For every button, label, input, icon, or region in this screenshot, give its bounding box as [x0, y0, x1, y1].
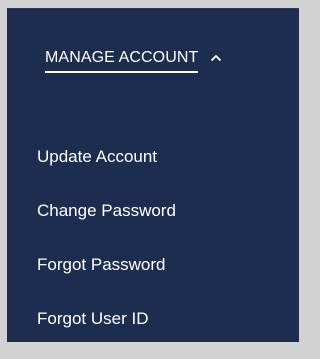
manage-account-label: MANAGE ACCOUNT — [45, 49, 199, 73]
menu-item-change-password[interactable]: Change Password — [37, 197, 176, 224]
account-menu-list: Update Account Change Password Forgot Pa… — [37, 143, 176, 359]
chevron-up-icon — [211, 55, 222, 61]
menu-item-forgot-user-id[interactable]: Forgot User ID — [37, 305, 176, 332]
account-menu-panel: MANAGE ACCOUNT Update Account Change Pas… — [7, 8, 299, 342]
manage-account-toggle[interactable]: MANAGE ACCOUNT — [45, 49, 222, 73]
menu-item-update-account[interactable]: Update Account — [37, 143, 176, 170]
menu-item-forgot-password[interactable]: Forgot Password — [37, 251, 176, 278]
